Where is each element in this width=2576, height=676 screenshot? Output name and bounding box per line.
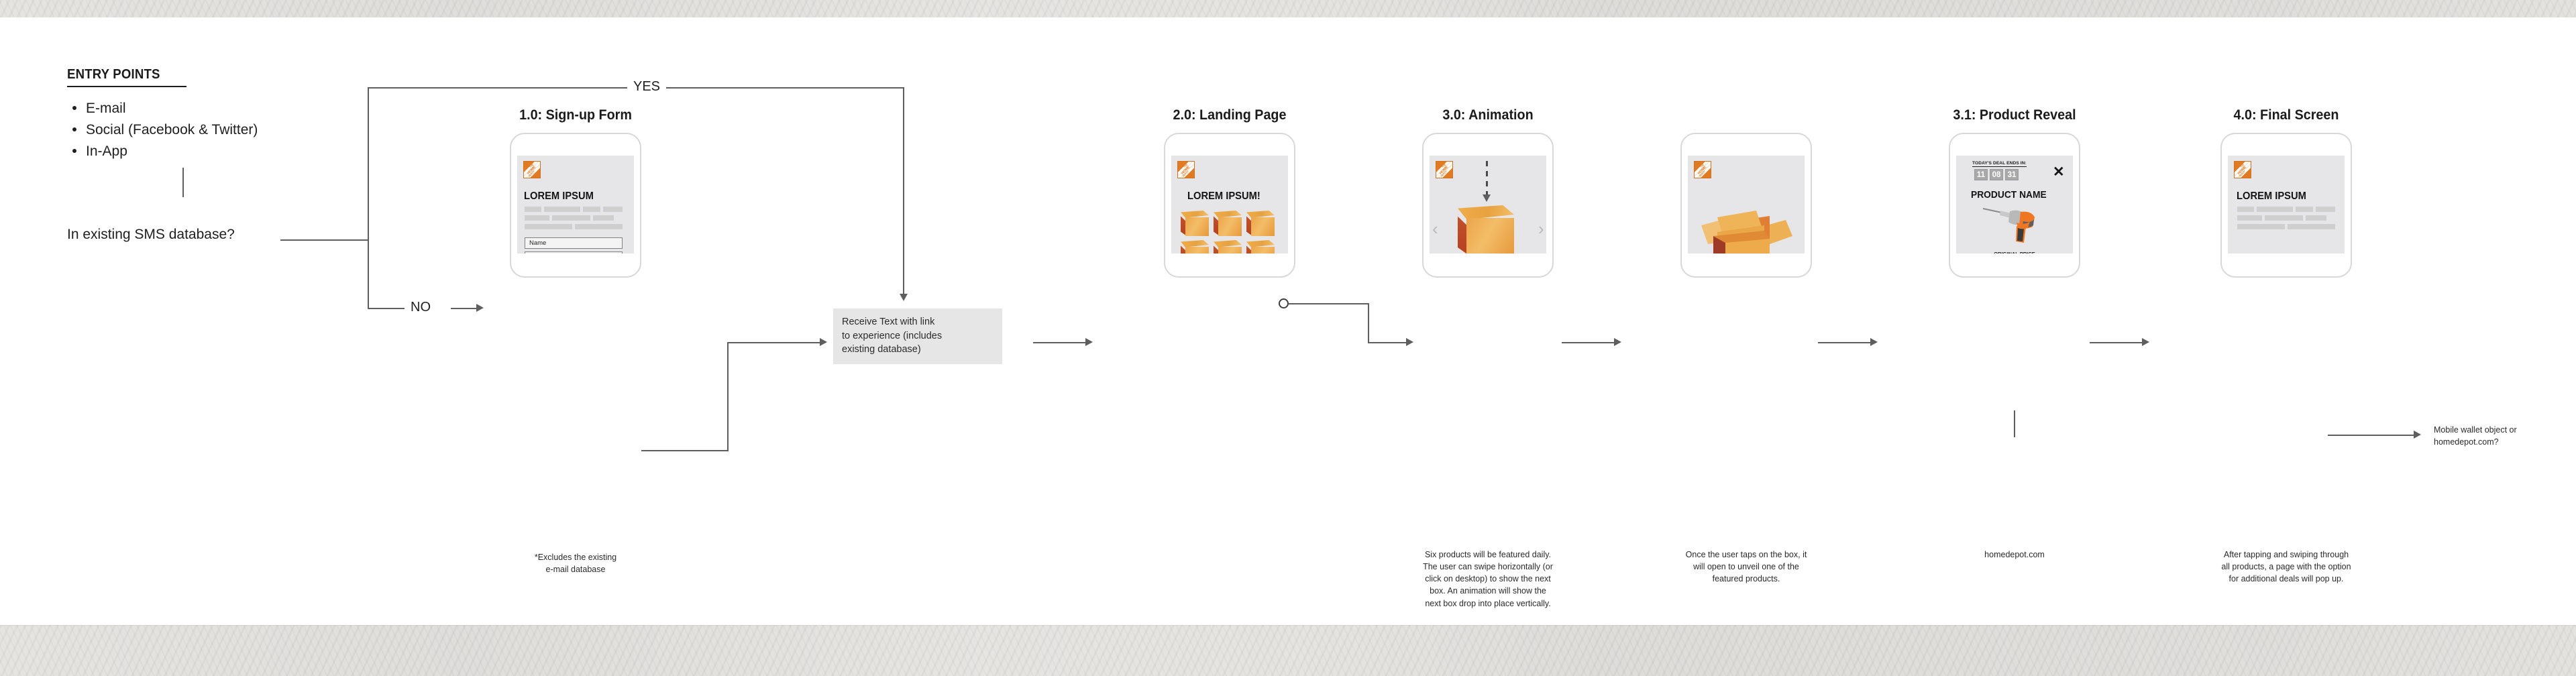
phone-viewport: THE HOME DEPOT LOREM IPSUM! bbox=[1171, 156, 1288, 253]
phone-viewport: THE HOME DEPOT ‹ › bbox=[1430, 156, 1546, 253]
screen-caption: After tapping and swiping through all pr… bbox=[2221, 550, 2351, 584]
product-box[interactable] bbox=[1214, 211, 1242, 236]
screen-caption: Six products will be featured daily. The… bbox=[1423, 550, 1553, 608]
flow-diagram-canvas: ENTRY POINTS E-mail Social (Facebook & T… bbox=[0, 0, 2576, 676]
drop-in-arrow-icon bbox=[1483, 194, 1491, 202]
top-texture-strip bbox=[0, 0, 2576, 17]
yes-drop-line bbox=[903, 87, 904, 296]
landing-out-line bbox=[1289, 303, 1369, 304]
next-arrow-icon[interactable]: › bbox=[1538, 220, 1544, 237]
openbox-arrowhead bbox=[1614, 338, 1621, 346]
screen-title: 4.0: Final Screen bbox=[2233, 107, 2339, 123]
landing-arrowhead bbox=[1085, 338, 1093, 346]
receive-arrowhead bbox=[820, 338, 827, 346]
entry-points-block: ENTRY POINTS E-mail Social (Facebook & T… bbox=[67, 67, 349, 242]
product-image-drill bbox=[1982, 204, 2047, 250]
reveal-to-final-line bbox=[2090, 342, 2143, 343]
prev-arrow-icon[interactable]: ‹ bbox=[1432, 220, 1438, 237]
landing-to-animation-line bbox=[1368, 342, 1408, 343]
yes-arrowhead bbox=[900, 294, 908, 301]
receive-to-landing-line bbox=[1033, 342, 1087, 343]
screen-caption: *Excludes the existing e-mail database bbox=[534, 553, 617, 575]
screen-title: 3.0: Animation bbox=[1442, 107, 1534, 123]
phone-frame-signup: THE HOME DEPOT LOREM IPSUM Name E-Mail* … bbox=[510, 133, 641, 278]
countdown-label: TODAY'S DEAL ENDS IN: bbox=[1972, 161, 2027, 167]
no-branch-arrow-line bbox=[451, 308, 478, 309]
no-label: NO bbox=[405, 300, 437, 315]
buy-now-down-line bbox=[2014, 410, 2015, 437]
phone-frame-animation: THE HOME DEPOT ‹ › bbox=[1422, 133, 1554, 278]
submit-to-receive-line bbox=[727, 342, 821, 343]
submit-up-line bbox=[727, 342, 729, 451]
email-input[interactable]: E-Mail* bbox=[525, 251, 623, 253]
home-depot-logo-icon: THE HOME DEPOT bbox=[2234, 161, 2251, 178]
product-box[interactable] bbox=[1246, 211, 1275, 236]
entry-connector-tick bbox=[182, 168, 184, 197]
wallet-arrowhead bbox=[2414, 431, 2421, 439]
phone-viewport: THE HOME DEPOT bbox=[1688, 156, 1805, 253]
product-box[interactable] bbox=[1214, 240, 1242, 253]
home-depot-logo-icon: THE HOME DEPOT bbox=[1436, 161, 1453, 178]
home-depot-logo-icon: THE HOME DEPOT bbox=[1694, 161, 1711, 178]
phone-viewport: TODAY'S DEAL ENDS IN: 11 08 31 ✕ PRODUCT… bbox=[1956, 156, 2073, 253]
name-input[interactable]: Name bbox=[525, 237, 623, 249]
screen-headline: LOREM IPSUM bbox=[2237, 190, 2306, 202]
bottom-texture-strip bbox=[0, 625, 2576, 676]
home-depot-logo-icon: THE HOME DEPOT bbox=[523, 161, 541, 178]
list-item: Social (Facebook & Twitter) bbox=[67, 119, 349, 141]
mobile-wallet-note: Mobile wallet object or homedepot.com? bbox=[2434, 425, 2517, 447]
product-box[interactable] bbox=[1181, 211, 1209, 236]
phone-viewport: THE HOME DEPOT LOREM IPSUM Name E-Mail* … bbox=[517, 156, 634, 253]
submit-out-line bbox=[641, 450, 729, 451]
phone-frame-final: THE HOME DEPOT LOREM IPSUM MORE DEALS bbox=[2220, 133, 2352, 278]
close-icon[interactable]: ✕ bbox=[2053, 165, 2065, 179]
countdown-minutes: 08 bbox=[1990, 169, 2003, 180]
tap-point-node[interactable] bbox=[1279, 298, 1289, 308]
screen-title: 1.0: Sign-up Form bbox=[519, 107, 632, 123]
countdown-seconds: 31 bbox=[2005, 169, 2019, 180]
screen-caption: homedepot.com bbox=[1984, 550, 2045, 559]
entry-points-list: E-mail Social (Facebook & Twitter) In-Ap… bbox=[67, 98, 349, 162]
yes-label: YES bbox=[627, 79, 667, 95]
drop-in-dashed-line bbox=[1486, 161, 1488, 194]
openbox-to-reveal-line bbox=[1818, 342, 1872, 343]
screen-title: 2.0: Landing Page bbox=[1173, 107, 1287, 123]
screen-headline: LOREM IPSUM! bbox=[1187, 190, 1260, 202]
animation-to-openbox-line bbox=[1562, 342, 1615, 343]
phone-frame-reveal: TODAY'S DEAL ENDS IN: 11 08 31 ✕ PRODUCT… bbox=[1949, 133, 2080, 278]
no-branch-line bbox=[368, 308, 407, 309]
landing-out-drop bbox=[1368, 303, 1369, 342]
question-to-junction-line bbox=[280, 239, 369, 241]
countdown-hours: 11 bbox=[1974, 169, 1988, 180]
sms-database-question: In existing SMS database? bbox=[67, 227, 235, 242]
reveal-arrowhead bbox=[1870, 338, 1878, 346]
list-item: E-mail bbox=[67, 98, 349, 119]
more-deals-out-line bbox=[2328, 435, 2415, 436]
screen-caption: Once the user taps on the box, it will o… bbox=[1685, 550, 1807, 584]
home-depot-logo-icon: THE HOME DEPOT bbox=[1177, 161, 1195, 178]
entry-points-heading: ENTRY POINTS bbox=[67, 67, 160, 82]
product-name: PRODUCT NAME bbox=[1971, 189, 2047, 201]
final-arrowhead bbox=[2142, 338, 2149, 346]
phone-frame-openbox: THE HOME DEPOT bbox=[1680, 133, 1812, 278]
no-arrowhead bbox=[476, 304, 484, 312]
phone-frame-landing: THE HOME DEPOT LOREM IPSUM! bbox=[1164, 133, 1295, 278]
entry-points-underline bbox=[67, 86, 186, 87]
screen-title: 3.1: Product Reveal bbox=[1953, 107, 2076, 123]
product-box[interactable] bbox=[1246, 240, 1275, 253]
receive-text-note: Receive Text with link to experience (in… bbox=[833, 308, 1002, 364]
list-item: In-App bbox=[67, 141, 349, 162]
branch-trunk-line bbox=[368, 87, 369, 308]
opened-product-box[interactable] bbox=[1700, 197, 1794, 253]
screen-headline: LOREM IPSUM bbox=[524, 190, 594, 202]
animation-arrowhead bbox=[1406, 338, 1413, 346]
original-price-label: ORIGINAL PRICE bbox=[1956, 251, 2073, 253]
phone-viewport: THE HOME DEPOT LOREM IPSUM MORE DEALS bbox=[2228, 156, 2345, 253]
product-box[interactable] bbox=[1181, 240, 1209, 253]
featured-product-box[interactable] bbox=[1458, 205, 1514, 253]
